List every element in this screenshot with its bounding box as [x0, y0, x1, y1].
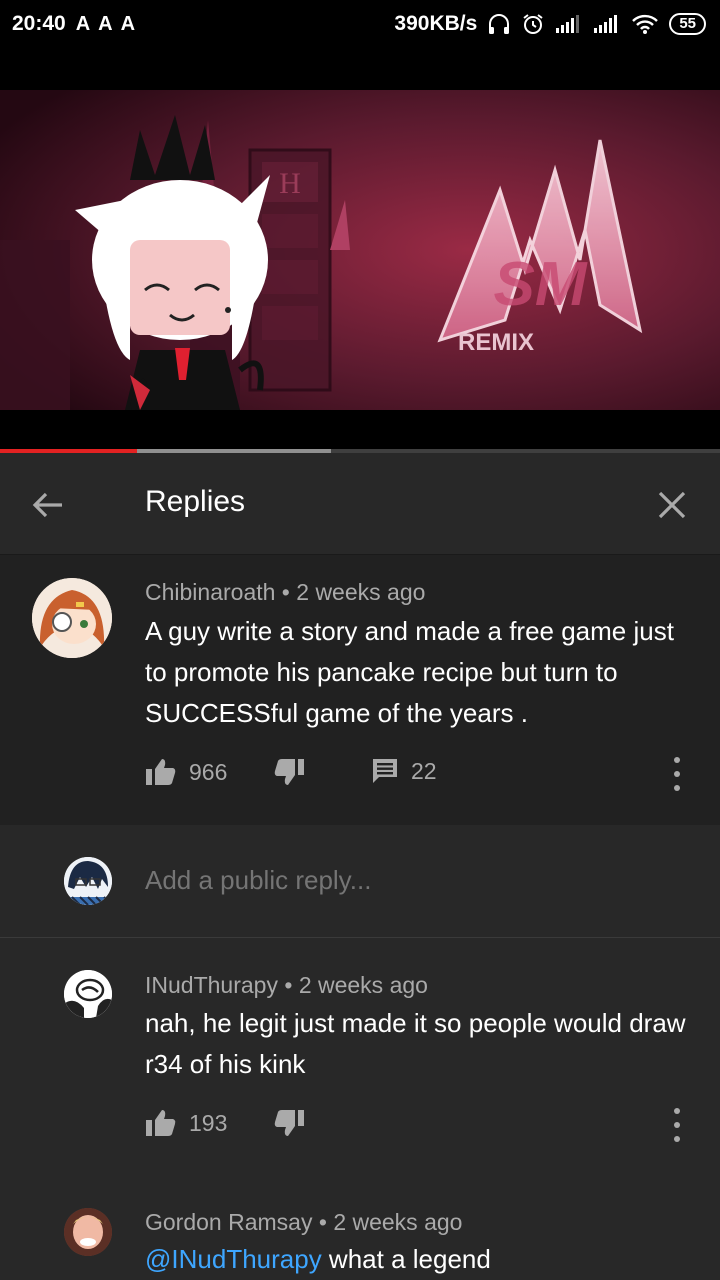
meta-separator: •: [277, 972, 299, 998]
comment-text: nah, he legit just made it so people wou…: [145, 1008, 686, 1079]
network-speed: 390KB/s: [394, 12, 478, 35]
comment-text: @INudThurapy what a legend: [145, 1239, 695, 1280]
comment-author[interactable]: INudThurapy: [145, 972, 278, 998]
like-count: 966: [189, 758, 228, 785]
meta-separator: •: [312, 1209, 334, 1235]
signal-icon: [556, 15, 580, 33]
headphones-icon: [489, 14, 510, 34]
comment-time: 2 weeks ago: [296, 579, 426, 605]
back-button[interactable]: [28, 485, 68, 525]
arrow-left-icon: [32, 492, 62, 518]
kebab-dot: [674, 757, 680, 763]
thumbnail-sign-letter: H: [279, 167, 301, 200]
more-options-button[interactable]: [671, 1108, 683, 1142]
like-count: 193: [189, 1109, 228, 1136]
close-icon: [658, 491, 686, 519]
notification-app-icon: A: [98, 12, 113, 35]
replies-header: Replies: [0, 453, 720, 555]
reply-count-button[interactable]: 22: [371, 757, 437, 785]
avatar-image: [64, 970, 112, 1018]
comment-time: 2 weeks ago: [333, 1209, 463, 1235]
comment-meta: Gordon Ramsay • 2 weeks ago: [145, 1209, 462, 1236]
video-thumbnail[interactable]: H SM REMIX: [0, 90, 720, 410]
status-bar: 20:40 A A A 390KB/s 55: [0, 0, 720, 48]
like-button[interactable]: 193: [145, 1108, 227, 1138]
comment-text-body: what a legend: [321, 1244, 491, 1274]
thumbs-up-icon: [146, 759, 176, 785]
comment-time: 2 weeks ago: [298, 972, 428, 998]
more-options-button[interactable]: [671, 757, 683, 791]
signal-icon: [594, 15, 618, 33]
kebab-dot: [674, 785, 680, 791]
comment-icon: [373, 759, 397, 783]
reply-input[interactable]: [145, 865, 645, 896]
comment-actions: 966 22: [145, 757, 705, 797]
avatar-image: [32, 578, 112, 658]
kebab-dot: [674, 1136, 680, 1142]
avatar-image: [64, 1208, 112, 1256]
avatar[interactable]: [64, 970, 112, 1018]
comment-actions: 193: [145, 1108, 705, 1148]
battery-indicator: 55: [669, 13, 706, 35]
video-player[interactable]: H SM REMIX: [0, 48, 720, 452]
alarm-icon: [523, 14, 543, 34]
comment-meta: INudThurapy • 2 weeks ago: [145, 972, 428, 999]
kebab-dot: [674, 771, 680, 777]
thumbs-down-icon: [274, 1110, 304, 1136]
reply-item: Gordon Ramsay • 2 weeks ago @INudThurapy…: [0, 1188, 720, 1280]
meta-separator: •: [275, 579, 297, 605]
comment-author[interactable]: Gordon Ramsay: [145, 1209, 312, 1235]
avatar[interactable]: [32, 578, 112, 658]
comment-author[interactable]: Chibinaroath: [145, 579, 275, 605]
thumbs-up-icon: [146, 1110, 176, 1136]
reply-item: INudThurapy • 2 weeks ago nah, he legit …: [0, 938, 720, 1188]
page-title: Replies: [145, 485, 246, 518]
wifi-icon: [632, 14, 659, 34]
dislike-button[interactable]: [273, 1108, 305, 1138]
close-button[interactable]: [652, 485, 692, 525]
comment-text: A guy write a story and made a free game…: [145, 616, 674, 728]
remix-label: REMIX: [458, 329, 534, 356]
reply-count: 22: [411, 757, 437, 784]
like-button[interactable]: 966: [145, 757, 227, 787]
status-time: 20:40: [12, 12, 66, 35]
thumbs-down-icon: [274, 759, 304, 785]
avatar: [64, 857, 112, 905]
notification-app-icon: A: [75, 12, 91, 35]
thumbnail-artwork: H SM REMIX: [0, 90, 720, 410]
kebab-dot: [674, 1108, 680, 1114]
notification-app-icon: A: [120, 12, 136, 35]
add-reply-row: [0, 825, 720, 938]
kebab-dot: [674, 1122, 680, 1128]
user-mention-link[interactable]: @INudThurapy: [145, 1244, 322, 1274]
avatar[interactable]: [64, 1208, 112, 1256]
avatar-image: [64, 857, 112, 905]
dislike-button[interactable]: [273, 757, 305, 787]
comment-meta: Chibinaroath • 2 weeks ago: [145, 579, 425, 606]
parent-comment: Chibinaroath • 2 weeks ago A guy write a…: [0, 555, 720, 825]
logo-monogram: SM: [494, 250, 588, 319]
